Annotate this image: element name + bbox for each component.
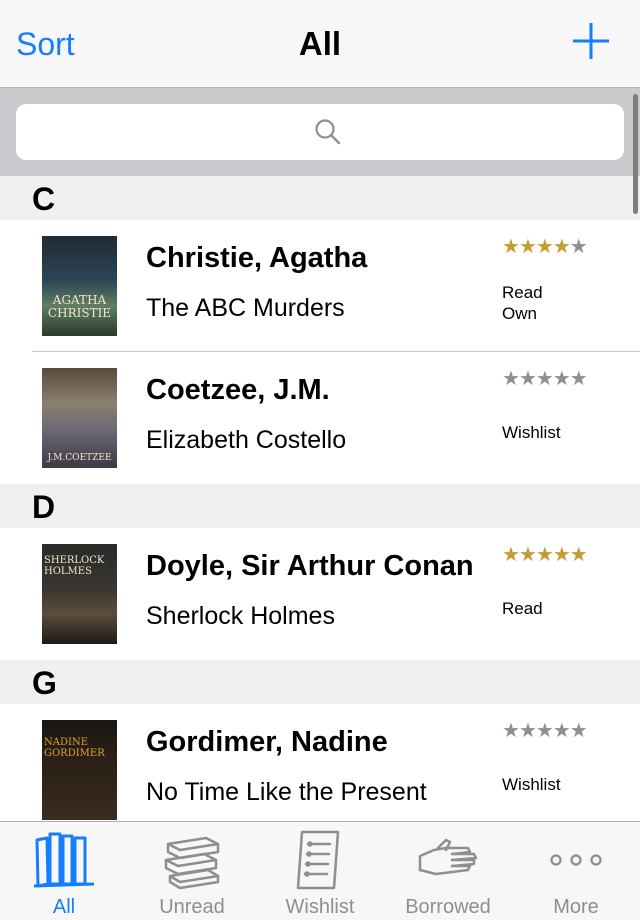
- star-icon: ★: [569, 234, 588, 258]
- hand-icon: [418, 838, 478, 876]
- search-input[interactable]: [16, 104, 624, 160]
- star-icon: ★: [502, 542, 520, 566]
- book-stack-icon: [164, 836, 220, 890]
- star-icon: ★: [535, 718, 554, 742]
- star-icon: ★: [535, 366, 554, 390]
- book-status: Wishlist: [502, 775, 561, 794]
- tab-all[interactable]: All: [0, 822, 128, 920]
- tab-wishlist[interactable]: Wishlist: [256, 822, 384, 920]
- star-icon: ★: [518, 718, 537, 742]
- tab-more[interactable]: More: [512, 822, 640, 920]
- search-icon: [315, 119, 341, 145]
- star-icon: ★: [569, 366, 588, 390]
- list-document-icon: [296, 830, 340, 890]
- tab-label: Unread: [159, 896, 225, 918]
- star-icon: ★: [569, 718, 588, 742]
- star-icon: ★: [552, 234, 571, 258]
- book-author: Coetzee, J.M.: [146, 374, 330, 406]
- cover-text: AGATHA CHRISTIE: [47, 293, 112, 320]
- star-icon: ★: [518, 366, 537, 390]
- more-dots-icon: [550, 854, 602, 866]
- cover-text: J.M.COETZEE: [47, 453, 112, 463]
- book-author: Gordimer, Nadine: [146, 726, 388, 758]
- cover-text: SHERLOCK HOLMES: [44, 555, 105, 577]
- star-icon: ★: [552, 718, 571, 742]
- plus-icon[interactable]: [572, 22, 610, 60]
- section-header-d: D: [0, 484, 640, 528]
- books-shelf-icon: [33, 832, 95, 888]
- star-rating: ★★★★★: [502, 366, 588, 390]
- star-icon: ★: [502, 718, 520, 742]
- tab-label: Wishlist: [285, 896, 355, 918]
- book-row[interactable]: AGATHA CHRISTIE Christie, Agatha The ABC…: [0, 220, 640, 352]
- book-status: Wishlist: [502, 423, 561, 442]
- book-cover: SHERLOCK HOLMES: [42, 544, 117, 644]
- star-rating: ★★★★★: [502, 718, 588, 742]
- star-icon: ★: [502, 366, 520, 390]
- book-title: The ABC Murders: [146, 294, 345, 322]
- star-icon: ★: [518, 234, 537, 258]
- book-row[interactable]: J.M.COETZEE Coetzee, J.M. Elizabeth Cost…: [0, 352, 640, 484]
- book-status: Read: [502, 599, 543, 618]
- star-icon: ★: [552, 542, 571, 566]
- book-row[interactable]: NADINE GORDIMER Gordimer, Nadine No Time…: [0, 704, 640, 821]
- book-title: No Time Like the Present: [146, 778, 427, 806]
- book-cover: NADINE GORDIMER: [42, 720, 117, 820]
- book-row[interactable]: SHERLOCK HOLMES Doyle, Sir Arthur Conan …: [0, 528, 640, 660]
- book-title: Elizabeth Costello: [146, 426, 347, 454]
- star-icon: ★: [552, 366, 571, 390]
- search-bar: [0, 88, 640, 176]
- section-header-g: G: [0, 660, 640, 704]
- tab-unread[interactable]: Unread: [128, 822, 256, 920]
- star-rating: ★★★★★: [502, 542, 588, 566]
- tab-label: Borrowed: [405, 896, 491, 918]
- star-icon: ★: [518, 542, 537, 566]
- section-header-c: C: [0, 176, 640, 220]
- tab-bar: All Unread Wishlist Borrowed More: [0, 821, 640, 920]
- star-icon: ★: [535, 542, 554, 566]
- cover-text: NADINE GORDIMER: [44, 737, 105, 759]
- navigation-bar: Sort All: [0, 0, 640, 88]
- star-icon: ★: [502, 234, 520, 258]
- star-icon: ★: [535, 234, 554, 258]
- book-cover: J.M.COETZEE: [42, 368, 117, 468]
- tab-borrowed[interactable]: Borrowed: [384, 822, 512, 920]
- tab-label: All: [52, 896, 76, 918]
- star-rating: ★★★★★: [502, 234, 588, 258]
- book-status: Read Own: [502, 283, 543, 323]
- page-title: All: [298, 25, 342, 62]
- tab-label: More: [553, 896, 599, 918]
- scroll-indicator[interactable]: [633, 94, 638, 214]
- book-author: Doyle, Sir Arthur Conan: [146, 550, 474, 582]
- book-title: Sherlock Holmes: [146, 602, 335, 630]
- book-list[interactable]: C AGATHA CHRISTIE Christie, Agatha The A…: [0, 176, 640, 821]
- book-author: Christie, Agatha: [146, 242, 368, 274]
- book-cover: AGATHA CHRISTIE: [42, 236, 117, 336]
- star-icon: ★: [569, 542, 588, 566]
